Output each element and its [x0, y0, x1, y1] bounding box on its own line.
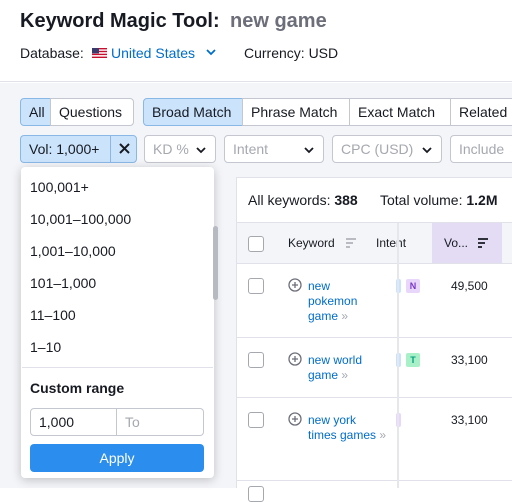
chevron-down-icon[interactable] — [205, 46, 217, 58]
keyword-column-header[interactable]: Keyword — [288, 236, 335, 250]
total-volume-summary: Total volume: 1.2M — [380, 192, 498, 208]
tab-related[interactable]: Related — [450, 98, 512, 126]
tab-questions[interactable]: Questions — [50, 98, 134, 126]
apply-button[interactable]: Apply — [30, 444, 204, 472]
keyword-link[interactable]: new pokemon game » — [308, 279, 380, 324]
all-keywords-summary: All keywords: 388 — [248, 192, 358, 208]
chevron-down-icon — [196, 147, 206, 154]
intent-filter[interactable]: Intent — [224, 135, 324, 163]
row-divider — [237, 397, 512, 398]
cpc-filter[interactable]: CPC (USD) — [332, 135, 442, 163]
open-keyword-icon[interactable]: » — [341, 309, 348, 323]
volume-option[interactable]: 100,001+ — [30, 179, 89, 195]
volume-value: 33,100 — [451, 353, 488, 367]
custom-range-label: Custom range — [30, 380, 125, 396]
column-divider — [397, 223, 399, 488]
chevron-down-icon — [304, 147, 314, 154]
intent-column-header[interactable]: Intent — [376, 236, 406, 250]
row-checkbox[interactable] — [248, 412, 264, 428]
all-keywords-label: All keywords: — [248, 192, 331, 208]
keyword-link[interactable]: new york times games » — [308, 413, 388, 443]
open-keyword-icon[interactable]: » — [341, 368, 348, 382]
volume-option[interactable]: 1–10 — [30, 339, 61, 355]
row-checkbox[interactable] — [248, 352, 264, 368]
include-filter[interactable]: Include — [450, 135, 512, 163]
volume-value: 33,100 — [451, 413, 488, 427]
sort-icon[interactable] — [345, 237, 357, 249]
open-keyword-icon[interactable]: » — [379, 428, 386, 442]
page-title: Keyword Magic Tool: — [20, 10, 220, 32]
volume-option[interactable]: 1,001–10,000 — [30, 243, 116, 259]
clear-volume-button[interactable] — [110, 135, 137, 163]
cpc-filter-label: CPC (USD) — [341, 141, 414, 157]
volume-option[interactable]: 101–1,000 — [30, 275, 96, 291]
volume-filter[interactable]: Vol: 1,000+ — [20, 135, 110, 163]
kd-filter[interactable]: KD % — [144, 135, 216, 163]
range-to-input[interactable]: To — [117, 408, 204, 436]
close-icon[interactable] — [111, 136, 138, 162]
volume-column-header[interactable]: Vo... — [444, 236, 468, 250]
intent-filter-label: Intent — [233, 141, 269, 157]
add-keyword-icon[interactable] — [288, 352, 302, 366]
currency-label: Currency: USD — [244, 45, 339, 61]
intent-badge: T — [406, 353, 420, 367]
volume-value: 49,500 — [451, 279, 488, 293]
kd-filter-label: KD % — [153, 141, 189, 157]
intent-badge: N — [406, 279, 420, 293]
range-from-input[interactable]: 1,000 — [30, 408, 117, 436]
add-keyword-icon[interactable] — [288, 278, 302, 292]
add-keyword-icon[interactable] — [288, 412, 302, 426]
total-volume-value: 1.2M — [466, 192, 498, 208]
chevron-down-icon — [422, 147, 432, 154]
include-filter-label: Include — [459, 141, 505, 157]
keyword-link[interactable]: new world game » — [308, 353, 380, 383]
tab-broad-match[interactable]: Broad Match — [143, 98, 243, 126]
page-title-query: new game — [230, 10, 327, 32]
row-divider — [237, 480, 512, 481]
tab-phrase-match[interactable]: Phrase Match — [242, 98, 350, 126]
dropdown-divider — [22, 367, 213, 368]
select-all-checkbox[interactable] — [248, 236, 264, 252]
tab-exact-match[interactable]: Exact Match — [349, 98, 451, 126]
volume-option[interactable]: 11–100 — [30, 307, 76, 323]
row-checkbox[interactable] — [248, 486, 264, 502]
database-label: Database: — [20, 45, 84, 61]
row-divider — [237, 337, 512, 338]
row-checkbox[interactable] — [248, 278, 264, 294]
total-volume-label: Total volume: — [380, 192, 463, 208]
tab-all[interactable]: All — [20, 98, 51, 126]
sort-descending-icon[interactable] — [477, 237, 489, 249]
dropdown-scrollbar[interactable] — [213, 226, 218, 300]
volume-option[interactable]: 10,001–100,000 — [30, 211, 131, 227]
us-flag-icon — [92, 48, 107, 58]
all-keywords-count: 388 — [334, 192, 358, 208]
database-select[interactable]: United States — [111, 45, 195, 61]
